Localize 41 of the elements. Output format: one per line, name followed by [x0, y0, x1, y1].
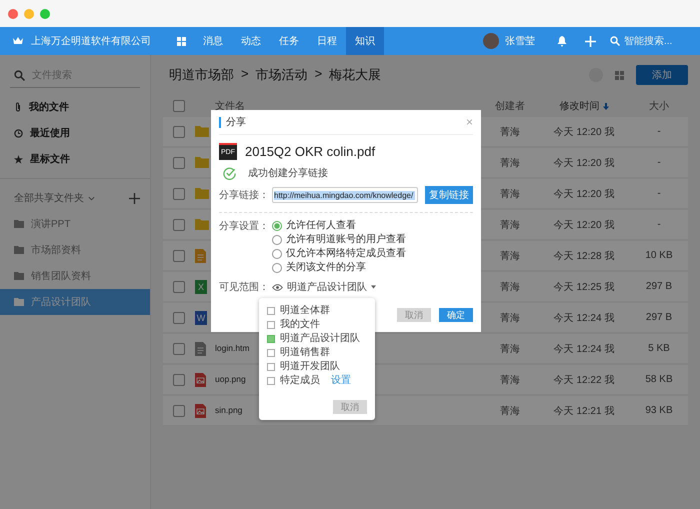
- creator-cell-text: 菁海: [499, 156, 521, 170]
- file-type-icon: X: [195, 280, 207, 294]
- size-cell-text: 5 KB: [647, 343, 671, 354]
- modified-cell-text: 今天 12:24 我: [552, 342, 616, 356]
- modified-cell-text: 今天 12:20 我: [552, 218, 616, 232]
- size-cell-text: -: [656, 188, 662, 199]
- creator-cell-text: 菁海: [499, 218, 521, 232]
- modified-cell-text: 今天 12:20 我: [552, 156, 616, 170]
- file-title: 2015Q2 OKR colin.pdf: [245, 144, 376, 159]
- visible-scope-label: 可见范围：: [219, 280, 269, 294]
- size-cell-text: 297 B: [644, 281, 674, 292]
- size-cell-text: 93 KB: [644, 405, 674, 416]
- creator-cell-text: 菁海: [499, 312, 521, 324]
- creator-cell-text: 菁海: [499, 374, 521, 386]
- share-settings-label: 分享设置：: [219, 220, 269, 233]
- dialog-title: 分享: [219, 116, 246, 128]
- breadcrumb-separator: >: [314, 66, 322, 83]
- modified-cell-text: 今天 12:28 我: [552, 250, 616, 262]
- size-cell-text: 297 B: [644, 312, 674, 323]
- creator-cell-text: 菁海: [499, 188, 521, 200]
- size-cell-text: 10 KB: [644, 250, 674, 261]
- creator-cell-text: 菁海: [499, 280, 521, 294]
- success-message: 成功创建分享链接: [248, 166, 328, 180]
- modified-cell-text: 今天 12:20 我: [552, 188, 616, 200]
- company-name: 上海万企明道软件有限公司: [31, 34, 151, 48]
- file-type-icon: W: [195, 310, 207, 324]
- share-link-label: 分享链接：: [219, 188, 269, 202]
- modified-cell-text: 今天 12:21 我: [552, 404, 616, 418]
- modified-cell-text: 今天 12:22 我: [552, 374, 616, 386]
- size-cell-text: -: [656, 126, 662, 137]
- modified-cell-text: 今天 12:20 我: [552, 126, 616, 138]
- creator-cell-text: 菁海: [499, 126, 521, 138]
- modified-cell-text: 今天 12:24 我: [552, 312, 616, 324]
- size-cell-text: -: [656, 157, 662, 168]
- creator-cell-text: 菁海: [499, 250, 521, 262]
- breadcrumb-separator: >: [241, 66, 249, 83]
- size-cell-text: -: [656, 219, 662, 230]
- modified-cell-text: 今天 12:25 我: [552, 280, 616, 294]
- creator-cell-text: 菁海: [499, 404, 521, 418]
- size-cell-text: 58 KB: [644, 374, 674, 385]
- creator-cell-text: 菁海: [499, 342, 521, 356]
